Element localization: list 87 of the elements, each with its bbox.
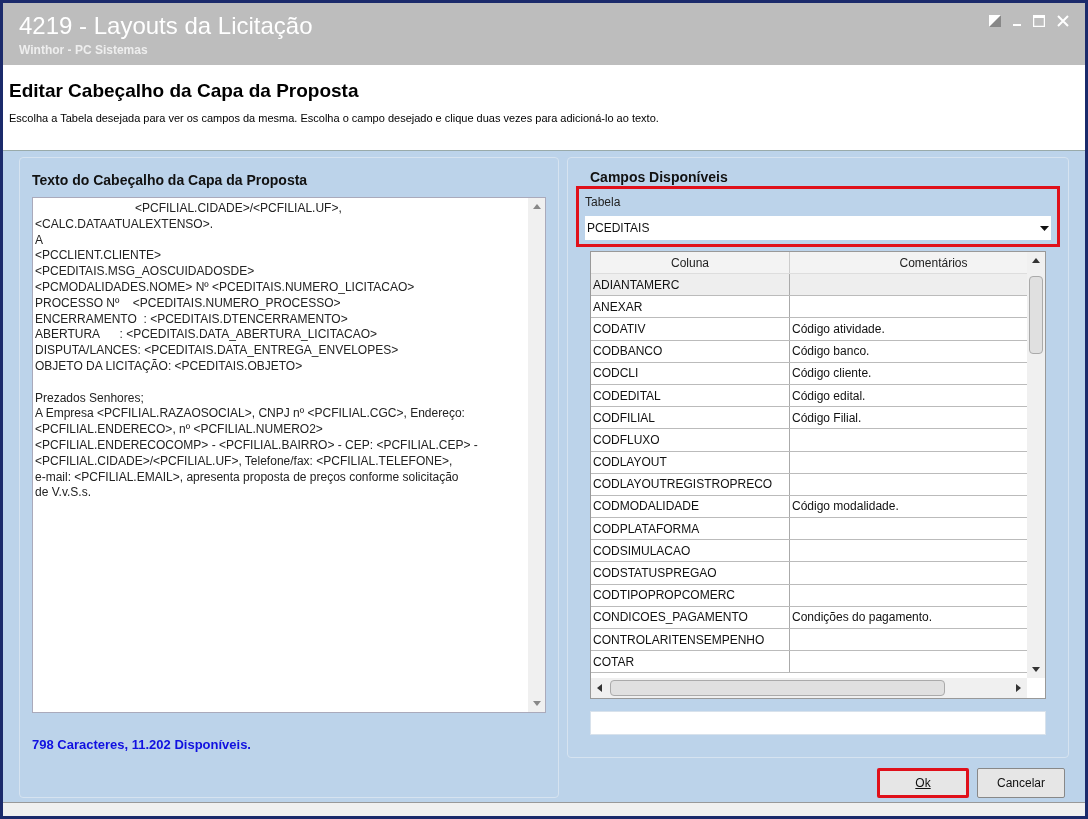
text-line: A [35,232,44,249]
group-title: Campos Disponíveis [590,168,729,186]
scroll-up-icon[interactable] [1032,258,1040,263]
table-cell: CODBANCO [591,340,790,362]
dropdown-arrow-icon [1040,225,1049,231]
text-line: <CALC.DATAATUALEXTENSO>. [35,216,215,233]
character-counter: 798 Caracteres, 11.202 Disponíveis. [32,736,252,754]
table-cell: COTAR [591,651,790,673]
table-cell: CODSIMULACAO [591,540,790,562]
text-line: <PCFILIAL.CIDADE>/<PCFILIAL.UF>, Telefone/fax: <PCFILIAL.TELEFONE>, [35,453,454,470]
maximize-icon[interactable] [1033,15,1045,27]
vertical-scrollbar[interactable] [1027,252,1045,678]
table-cell: CODEDITAL [591,384,790,407]
table-row[interactable]: CODATIV Código atividade. [591,318,1027,341]
table-cell: CODLAYOUTREGISTROPRECO [591,473,790,495]
table-row[interactable]: CODPLATAFORMA [591,518,1027,541]
scroll-down-icon[interactable] [1032,667,1040,672]
table-cell: CODTIPOPROPCOMERC [591,584,790,606]
table-row[interactable]: COTAR [591,651,1027,674]
text-editor[interactable] [32,197,546,713]
table-cell: CODSTATUSPREGAO [591,562,790,584]
dialog-description: Escolha a Tabela desejada para ver os campos da mesma. Escolha o campo desejado e clique duas vezes para adicioná-lo ao texto. [9,110,660,126]
cancel-button[interactable]: Cancelar [977,768,1065,798]
horizontal-scrollbar[interactable] [591,678,1027,698]
text-line: <PCFILIAL.ENDERECO>, nº <PCFILIAL.NUMERO2> [35,422,324,438]
scroll-right-icon[interactable] [1016,684,1021,692]
table-cell-text: Código cliente. [791,365,873,383]
text-line: OBJETO DA LICITAÇÃO: <PCEDITAIS.OBJETO> [35,358,304,375]
field-label: Tabela [585,194,622,211]
table-cell-text: Código atividade. [791,320,886,338]
table-cell: ANEXAR [591,296,790,318]
table-cell: CODMODALIDADE [591,495,790,518]
text-line: <PCEDITAIS.MSG_AOSCUIDADOSDE> [35,264,256,280]
table-row[interactable]: CODBANCO Código banco. [591,340,1027,363]
dialog-title: Editar Cabeçalho da Capa da Proposta [9,79,360,103]
table-row[interactable]: ADIANTAMERC [591,274,1027,297]
ok-button[interactable]: Ok [877,768,969,798]
table-cell: CODPLATAFORMA [591,518,790,540]
table-cell: ADIANTAMERC [591,274,790,296]
column-header[interactable]: Coluna [591,252,790,273]
table-cell: CODFILIAL [591,407,790,429]
text-line: de V.v.S.s. [35,485,93,502]
text-line: <PCFILIAL.CIDADE>/<PCFILIAL.UF>, [134,201,343,217]
editor-title: Texto do Cabeçalho da Capa da Proposta [32,171,309,190]
column-header[interactable]: Comentários [790,252,1027,273]
table-row[interactable]: CODSTATUSPREGAO [591,562,1027,585]
text-line: A Empresa <PCFILIAL.RAZAOSOCIAL>, CNPJ nº <PCFILIAL.CGC>, Endereço: [35,406,466,423]
table-cell-text: Código edital. [791,387,867,405]
scroll-thumb[interactable] [610,680,945,696]
table-row[interactable]: ANEXAR [591,296,1027,319]
text-line: ABERTURA : <PCEDITAIS.DATA_ABERTURA_LICITACAO> [35,327,379,344]
text-line: <PCCLIENT.CLIENTE> [35,248,163,265]
table-cell: CODLAYOUT [591,451,790,473]
text-line: <PCMODALIDADES.NOME> Nº <PCEDITAIS.NUMERO_LICITACAO> [35,280,416,296]
table-cell: CODATIV [591,318,790,340]
table-row[interactable]: CODLAYOUTREGISTROPRECO [591,473,1027,496]
table-row[interactable]: CODTIPOPROPCOMERC [591,584,1027,607]
scroll-thumb[interactable] [1029,276,1043,354]
table-cell-text: Código modalidade. [791,498,900,516]
text-line: Prezados Senhores; [35,390,145,407]
text-line: <PCFILIAL.ENDERECOCOMP> - <PCFILIAL.BAIRRO> - CEP: <PCFILIAL.CEP> - [35,437,479,454]
table-row[interactable]: CODFLUXO [591,429,1027,452]
scroll-left-icon[interactable] [597,684,602,692]
table-row[interactable]: CONDICOES_PAGAMENTO Condições do pagamento. [591,606,1027,629]
table-dropdown[interactable]: PCEDITAIS [585,216,1051,240]
table-cell-text: Condições do pagamento. [791,609,934,627]
text-line: e-mail: <PCFILIAL.EMAIL>, apresenta proposta de preços conforme solicitação [35,469,460,486]
table-cell-text: Código banco. [791,343,871,361]
table-row[interactable]: CONTROLARITENSEMPENHO [591,629,1027,652]
text-input[interactable] [590,711,1046,735]
table-cell-text: Código Filial. [791,409,863,427]
table-row[interactable]: CODLAYOUT [591,451,1027,474]
table-cell: CONTROLARITENSEMPENHO [591,629,790,651]
window-title: 4219 - Layouts da Licitação [19,11,313,41]
table-cell: CODFLUXO [591,429,790,451]
text-line: ENCERRAMENTO : <PCEDITAIS.DTENCERRAMENTO> [35,311,349,328]
table-row[interactable]: CODMODALIDADE Código modalidade. [591,495,1027,519]
table-row[interactable]: CODSIMULACAO [591,540,1027,563]
close-icon[interactable] [1057,15,1069,27]
table-cell: CONDICOES_PAGAMENTO [591,606,790,628]
table-row[interactable]: CODCLI Código cliente. [591,362,1027,385]
restore-icon[interactable] [989,15,1001,27]
table-row[interactable]: CODFILIAL Código Filial. [591,407,1027,430]
table-cell: CODCLI [591,362,790,384]
text-line: PROCESSO Nº <PCEDITAIS.NUMERO_PROCESSO> [35,295,342,312]
text-line: DISPUTA/LANCES: <PCEDITAIS.DATA_ENTREGA_ENVELOPES> [35,343,400,359]
table-row[interactable]: CODEDITAL Código edital. [591,384,1027,408]
